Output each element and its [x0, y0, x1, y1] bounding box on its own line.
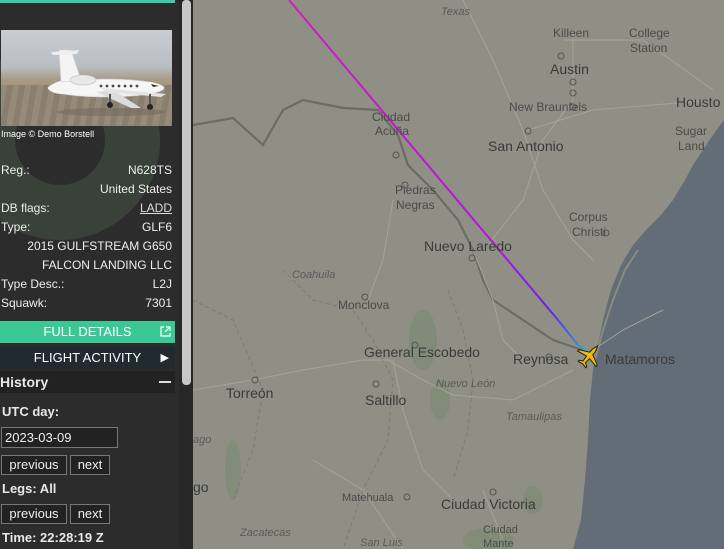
type-value: GLF6: [141, 220, 172, 234]
day-previous-button[interactable]: previous: [1, 455, 67, 475]
label-ciudad-mante-1: Ciudad: [483, 524, 518, 536]
label-piedras-negras-2: Negras: [396, 198, 435, 212]
label-ciudad-acuna-2: Acuña: [375, 124, 409, 138]
full-details-button[interactable]: FULL DETAILS: [0, 321, 175, 343]
reg-value: N628TS: [127, 163, 172, 177]
label-killeen: Killeen: [553, 26, 589, 40]
squawk-row: Squawk: 7301: [1, 295, 172, 311]
external-link-icon: [160, 321, 171, 345]
label-torreon: Torreón: [226, 385, 273, 401]
label-college-station-1: College: [629, 26, 670, 40]
sidebar-scrollbar[interactable]: [182, 0, 191, 385]
label-houston: Housto: [676, 94, 721, 110]
country-row: United States: [1, 181, 172, 197]
label-matamoros: Matamoros: [605, 351, 675, 367]
label-texas: Texas: [441, 6, 470, 18]
label-saltillo: Saltillo: [365, 392, 406, 408]
full-details-label: FULL DETAILS: [43, 324, 132, 339]
label-ciudad-acuna-1: Ciudad: [372, 110, 410, 124]
squawk-label: Squawk:: [1, 296, 48, 310]
label-nuevo-leon: Nuevo León: [436, 378, 495, 390]
owner-value: FALCON LANDING LLC: [41, 258, 172, 272]
leg-next-button[interactable]: next: [70, 504, 110, 524]
type-desc-value: L2J: [152, 277, 172, 291]
label-nuevo-laredo: Nuevo Laredo: [424, 238, 512, 254]
label-tamaulipas: Tamaulipas: [506, 411, 562, 423]
type-desc-label: Type Desc.:: [1, 277, 65, 291]
flight-activity-label: FLIGHT ACTIVITY: [33, 350, 142, 365]
label-ciudad-victoria: Ciudad Victoria: [441, 496, 536, 512]
model-value: 2015 GULFSTREAM G650: [27, 239, 172, 253]
map-view[interactable]: Texas Killeen College Station Austin Hou…: [193, 0, 724, 549]
leg-previous-button[interactable]: previous: [1, 504, 67, 524]
legs-label: Legs: All: [2, 481, 57, 496]
type-row: Type: GLF6: [1, 219, 172, 235]
label-san-luis: San Luis: [360, 537, 403, 549]
label-durango-partial: ago: [193, 434, 211, 446]
utc-day-label: UTC day:: [2, 404, 60, 419]
flight-activity-button[interactable]: FLIGHT ACTIVITY ▶: [0, 347, 175, 369]
label-monclova: Monclova: [338, 298, 390, 312]
map-canvas[interactable]: Texas Killeen College Station Austin Hou…: [193, 0, 724, 549]
utc-day-input[interactable]: [1, 427, 118, 448]
label-college-station-2: Station: [630, 41, 667, 55]
label-austin: Austin: [550, 61, 589, 77]
history-title: History: [0, 374, 49, 390]
db-flags-link[interactable]: LADD: [140, 200, 172, 216]
label-coahuila: Coahuila: [292, 269, 335, 281]
squawk-value: 7301: [145, 296, 172, 310]
type-label: Type:: [1, 220, 31, 234]
country-value: United States: [99, 182, 172, 196]
aircraft-sidebar: Image © Demo Borstell Reg.: N628TS Unite…: [0, 0, 179, 549]
label-general-escobedo: General Escobedo: [364, 344, 480, 360]
label-reynosa: Reynosa: [513, 351, 568, 367]
label-new-braunfels: New Braunfels: [509, 100, 587, 114]
aircraft-photo[interactable]: [1, 30, 172, 126]
day-next-button[interactable]: next: [70, 455, 110, 475]
time-label: Time: 22:28:19 Z: [2, 530, 104, 545]
image-credit: Image © Demo Borstell: [1, 129, 95, 139]
label-durango-partial-2: go: [193, 479, 209, 495]
sidebar-top-accent: [0, 0, 175, 3]
history-header[interactable]: History: [0, 371, 175, 393]
model-row: 2015 GULFSTREAM G650: [1, 238, 172, 254]
collapse-minus-icon[interactable]: [159, 381, 171, 383]
label-corpus-christi-1: Corpus: [569, 210, 608, 224]
chevron-right-icon: ▶: [160, 352, 169, 364]
label-san-antonio: San Antonio: [488, 138, 564, 154]
label-zacatecas: Zacatecas: [239, 527, 291, 539]
type-desc-row: Type Desc.: L2J: [1, 276, 172, 292]
label-corpus-christi-2: Christi: [572, 225, 606, 239]
label-ciudad-mante-2: Mante: [483, 538, 514, 549]
label-matehuala: Matehuala: [342, 492, 394, 504]
label-sugar-land-1: Sugar: [675, 124, 707, 138]
label-sugar-land-2: Land: [678, 139, 705, 153]
db-flags-label: DB flags:: [1, 201, 50, 215]
label-piedras-negras-1: Piedras: [395, 183, 436, 197]
owner-row: FALCON LANDING LLC: [1, 257, 172, 273]
reg-label: Reg.:: [1, 163, 30, 177]
reg-row: Reg.: N628TS: [1, 162, 172, 178]
db-flags-row: DB flags: LADD: [1, 200, 172, 216]
